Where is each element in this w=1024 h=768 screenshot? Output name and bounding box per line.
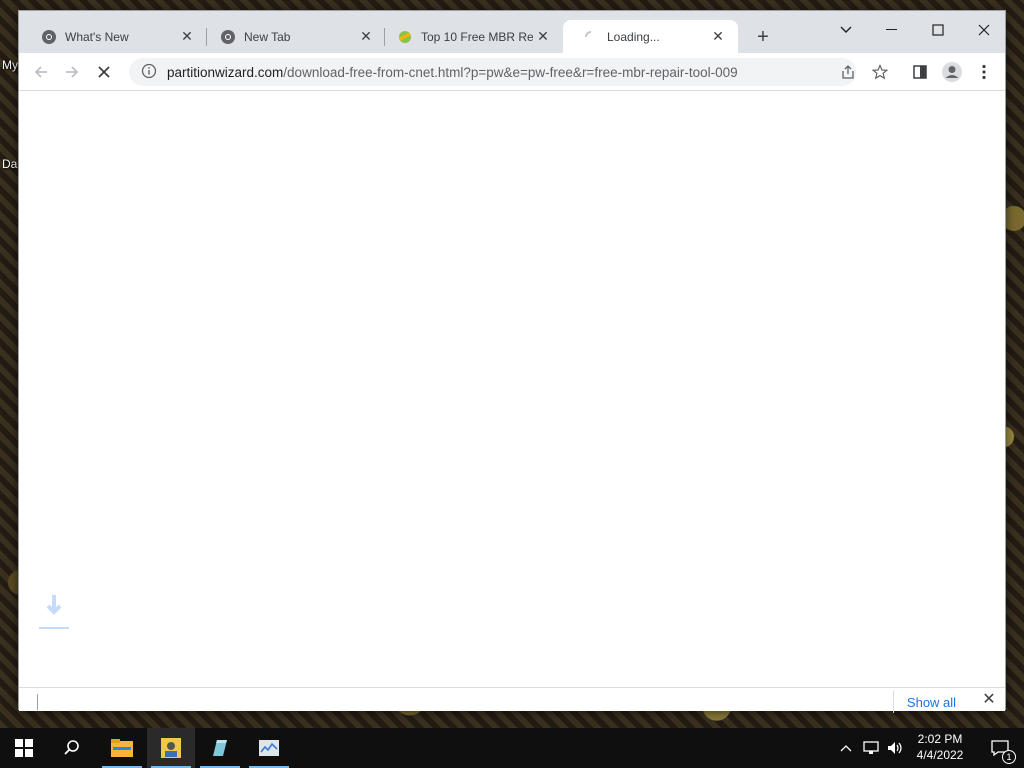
- minimize-button[interactable]: [869, 16, 915, 44]
- tab-loading[interactable]: Loading... ✕: [563, 20, 738, 53]
- tab-whats-new[interactable]: What's New ✕: [21, 20, 207, 53]
- tab-close-icon[interactable]: ✕: [535, 28, 551, 44]
- chrome-icon: [41, 29, 57, 45]
- desktop-icon-label[interactable]: My: [2, 58, 18, 72]
- clock-date: 4/4/2022: [916, 748, 964, 762]
- site-info-icon[interactable]: [141, 63, 157, 82]
- windows-start-icon[interactable]: [0, 728, 48, 768]
- loading-spinner-icon: [583, 29, 599, 45]
- tab-top-10-mbr[interactable]: Top 10 Free MBR Rep ✕: [377, 20, 563, 53]
- tab-search-icon[interactable]: [823, 16, 869, 44]
- new-tab-button[interactable]: +: [752, 27, 774, 49]
- stop-loading-button[interactable]: [90, 58, 118, 86]
- chrome-icon: [220, 29, 236, 45]
- show-hidden-icons-chevron-icon[interactable]: [836, 728, 856, 768]
- tab-close-icon[interactable]: ✕: [358, 28, 374, 44]
- show-all-button[interactable]: Show all: [893, 691, 969, 713]
- notification-count-badge: 1: [1002, 750, 1016, 764]
- tab-close-icon[interactable]: ✕: [710, 28, 726, 44]
- browser-window: What's New ✕ New Tab ✕ Top 10 Free MBR R…: [18, 10, 1007, 713]
- download-bar: Show all ✕: [19, 687, 1005, 713]
- tab-title: Top 10 Free MBR Rep: [421, 29, 533, 44]
- download-bar-close-icon[interactable]: ✕: [979, 690, 999, 710]
- app-icon[interactable]: [196, 728, 244, 768]
- address-bar[interactable]: partitionwizard.com/download-free-from-c…: [129, 58, 856, 86]
- forward-button[interactable]: [58, 58, 86, 86]
- tab-title: What's New: [65, 29, 129, 44]
- notification-center-icon[interactable]: 1: [980, 728, 1020, 768]
- taskbar-clock[interactable]: 2:02 PM 4/4/2022: [900, 731, 980, 765]
- taskbar: 2:02 PM 4/4/2022 1: [0, 728, 1024, 768]
- maximize-button[interactable]: [915, 16, 961, 44]
- tab-close-icon[interactable]: ✕: [179, 28, 195, 44]
- chrome-icon[interactable]: [147, 728, 195, 768]
- back-button[interactable]: [27, 58, 55, 86]
- desktop-icon-label[interactable]: Da: [2, 157, 17, 171]
- task-manager-icon[interactable]: [245, 728, 293, 768]
- file-explorer-icon[interactable]: [98, 728, 146, 768]
- tab-new-tab[interactable]: New Tab ✕: [200, 20, 386, 53]
- download-arrow-icon: [39, 591, 69, 631]
- tab-title: New Tab: [244, 29, 291, 44]
- profile-avatar-icon[interactable]: [938, 58, 966, 86]
- url-path: /download-free-from-cnet.html?p=pw&e=pw-…: [283, 64, 738, 80]
- url-host: partitionwizard.com: [167, 64, 284, 80]
- tab-title: Loading...: [607, 29, 660, 44]
- browser-toolbar: partitionwizard.com/download-free-from-c…: [19, 53, 1005, 91]
- share-icon[interactable]: [834, 58, 862, 86]
- clock-time: 2:02 PM: [917, 732, 963, 746]
- page-content: [19, 91, 1005, 687]
- close-window-button[interactable]: [961, 16, 1007, 44]
- url-text[interactable]: partitionwizard.com/download-free-from-c…: [167, 65, 738, 80]
- network-icon[interactable]: [860, 728, 882, 768]
- side-panel-icon[interactable]: [906, 58, 934, 86]
- site-favicon: [397, 29, 413, 45]
- menu-kebab-icon[interactable]: [970, 58, 998, 86]
- download-separator: [37, 694, 38, 710]
- search-icon[interactable]: [48, 728, 96, 768]
- bookmark-star-icon[interactable]: [866, 58, 894, 86]
